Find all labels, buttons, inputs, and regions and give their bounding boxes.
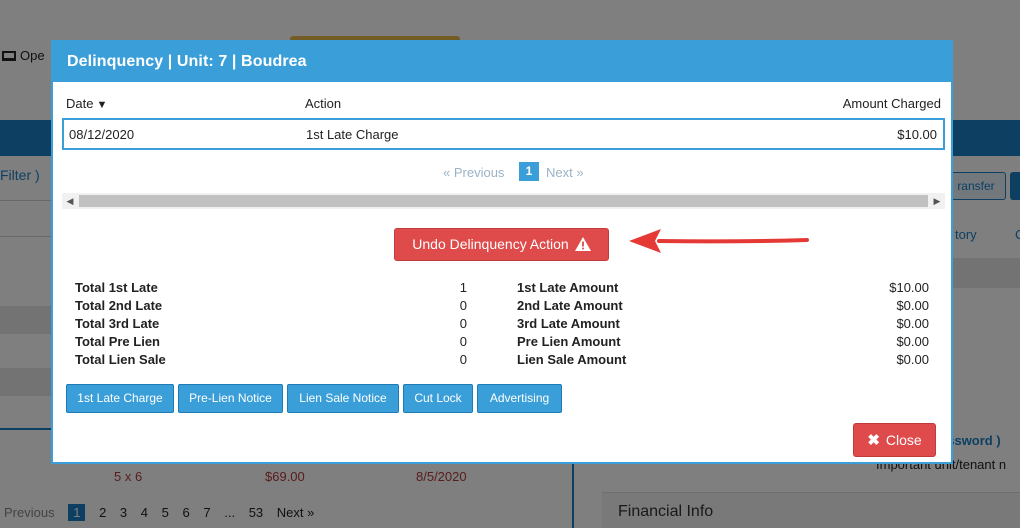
stat-count: 0 (459, 334, 467, 349)
stat-row-lien-sale: Total Lien Sale 0 (75, 352, 467, 370)
warning-icon (574, 237, 591, 251)
modal-header: Delinquency | Unit: 7 | Boudrea (53, 42, 951, 82)
modal-title: Delinquency | Unit: 7 | Boudrea (67, 53, 307, 70)
stat-count: 0 (459, 316, 467, 331)
close-button-label: Close (885, 432, 922, 448)
page-previous[interactable]: « Previous (443, 165, 504, 180)
stat-count: 0 (459, 298, 467, 313)
stat-label: Total 1st Late (75, 280, 158, 295)
scroll-right-icon[interactable]: ▶ (929, 193, 945, 209)
amount-label: 3rd Late Amount (517, 316, 620, 331)
amount-label: 2nd Late Amount (517, 298, 623, 313)
stat-label: Total Pre Lien (75, 334, 160, 349)
cell-date: 08/12/2020 (69, 127, 135, 142)
stat-count: 0 (459, 352, 467, 367)
amount-row-pre-lien: Pre Lien Amount $0.00 (517, 334, 929, 352)
lien-sale-notice-button[interactable]: Lien Sale Notice (287, 384, 399, 413)
amount-value: $0.00 (896, 334, 929, 349)
column-header-date-label: Date (66, 96, 94, 111)
close-icon: ✖ (867, 432, 880, 449)
amount-row-lien-sale: Lien Sale Amount $0.00 (517, 352, 929, 370)
column-header-action[interactable]: Action (305, 96, 341, 111)
page-next[interactable]: Next » (546, 165, 584, 180)
amount-value: $0.00 (896, 352, 929, 367)
cell-action: 1st Late Charge (306, 127, 399, 142)
stat-row-2nd-late: Total 2nd Late 0 (75, 298, 467, 316)
amount-row-3rd-late: 3rd Late Amount $0.00 (517, 316, 929, 334)
stat-row-3rd-late: Total 3rd Late 0 (75, 316, 467, 334)
page-current[interactable]: 1 (519, 162, 539, 181)
stat-label: Total 3rd Late (75, 316, 160, 331)
amount-row-2nd-late: 2nd Late Amount $0.00 (517, 298, 929, 316)
amount-value: $10.00 (889, 280, 929, 295)
pre-lien-notice-button[interactable]: Pre-Lien Notice (178, 384, 283, 413)
first-late-charge-button[interactable]: 1st Late Charge (66, 384, 174, 413)
amount-label: 1st Late Amount (517, 280, 619, 295)
column-header-amount[interactable]: Amount Charged (843, 96, 941, 111)
stat-row-pre-lien: Total Pre Lien 0 (75, 334, 467, 352)
stat-label: Total Lien Sale (75, 352, 166, 367)
advertising-button[interactable]: Advertising (477, 384, 562, 413)
delinquency-modal: Delinquency | Unit: 7 | Boudrea Date ▼ Ac… (51, 40, 953, 464)
stat-label: Total 2nd Late (75, 298, 163, 313)
amount-label: Pre Lien Amount (517, 334, 621, 349)
undo-delinquency-action-button[interactable]: Undo Delinquency Action (394, 228, 609, 261)
stat-count: 1 (459, 280, 467, 295)
sort-desc-icon: ▼ (96, 99, 108, 111)
horizontal-scrollbar[interactable]: ◀ ▶ (62, 193, 945, 209)
close-button[interactable]: ✖ Close (853, 423, 936, 457)
amount-label: Lien Sale Amount (517, 352, 627, 367)
scroll-left-icon[interactable]: ◀ (62, 193, 78, 209)
table-row[interactable]: 08/12/2020 1st Late Charge $10.00 (62, 118, 945, 150)
undo-button-label: Undo Delinquency Action (412, 236, 569, 252)
column-header-date[interactable]: Date ▼ (66, 96, 107, 111)
amount-row-1st-late: 1st Late Amount $10.00 (517, 280, 929, 298)
amount-value: $0.00 (896, 316, 929, 331)
annotation-arrow (629, 229, 809, 253)
scrollbar-thumb[interactable] (79, 195, 928, 207)
cell-amount: $10.00 (897, 127, 937, 142)
amount-value: $0.00 (896, 298, 929, 313)
cut-lock-button[interactable]: Cut Lock (403, 384, 473, 413)
table-header: Date ▼ Action Amount Charged (65, 92, 941, 114)
stat-row-1st-late: Total 1st Late 1 (75, 280, 467, 298)
